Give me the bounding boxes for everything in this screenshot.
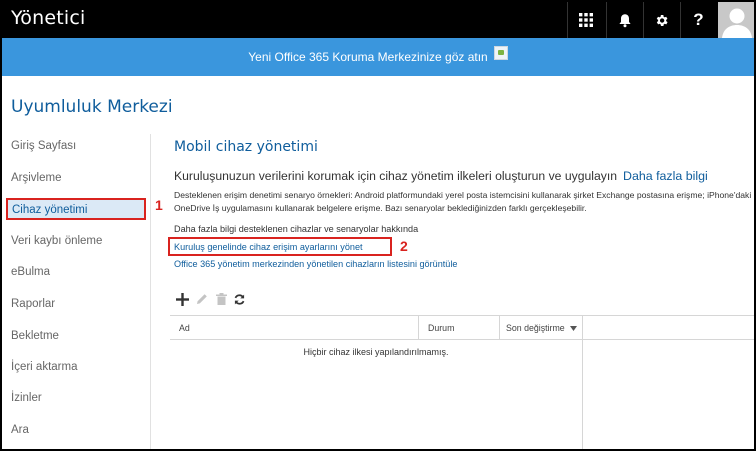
device-policy-table: Ad Durum Son değiştirme Hiçbir cihaz ilk… [170, 315, 754, 449]
app-launcher-button[interactable] [567, 2, 603, 38]
supported-devices-link[interactable]: Daha fazla bilgi desteklenen cihazlar ve… [174, 224, 418, 234]
delete-button[interactable] [214, 292, 228, 306]
nav-item-retention[interactable]: Bekletme [11, 330, 59, 342]
app-title: Yönetici [11, 7, 86, 29]
settings-button[interactable] [643, 2, 679, 38]
nav-item-permissions[interactable]: İzinler [11, 392, 42, 404]
plus-icon [175, 292, 189, 306]
section-title: Mobil cihaz yönetimi [174, 139, 318, 155]
learn-more-link[interactable]: Daha fazla bilgi [623, 169, 708, 183]
section-headline: Kuruluşunuzun verilerini korumak için ci… [174, 169, 708, 183]
scenario-description: Desteklenen erişim denetimi senaryo örne… [174, 190, 752, 213]
nav-item-data-loss-prevention[interactable]: Veri kaybı önleme [11, 235, 102, 247]
delete-icon [215, 293, 227, 305]
header-underline [170, 316, 754, 340]
refresh-button[interactable] [232, 292, 246, 306]
nav-divider [150, 134, 151, 449]
edit-button[interactable] [195, 292, 209, 306]
device-list-link[interactable]: Office 365 yönetim merkezinden yönetilen… [174, 259, 457, 269]
protection-center-banner[interactable]: Yeni Office 365 Koruma Merkezinize göz a… [2, 38, 754, 76]
headline-text: Kuruluşunuzun verilerini korumak için ci… [174, 169, 618, 183]
banner-text[interactable]: Yeni Office 365 Koruma Merkezinize göz a… [248, 50, 487, 64]
help-button[interactable]: ? [680, 2, 716, 38]
user-avatar[interactable] [718, 2, 754, 38]
edit-icon [197, 294, 207, 304]
nav-item-reports[interactable]: Raporlar [11, 298, 55, 310]
refresh-icon [234, 293, 244, 305]
nav-item-ediscovery[interactable]: eBulma [11, 266, 50, 278]
nav-item-search[interactable]: Ara [11, 424, 29, 436]
annotation-marker-2: 2 [400, 238, 408, 254]
nav-item-import[interactable]: İçeri aktarma [11, 361, 77, 373]
add-button[interactable] [175, 292, 189, 306]
top-bar: Yönetici ? [2, 2, 754, 38]
manage-device-access-link[interactable]: Kuruluş genelinde cihaz erişim ayarların… [174, 242, 363, 252]
empty-table-message: Hiçbir cihaz ilkesi yapılandırılmamış. [303, 347, 449, 357]
broken-image-icon [493, 46, 508, 60]
app-launcher-icon [578, 13, 593, 27]
window-frame: Yönetici ? Yeni Office 365 Koruma Merkez… [0, 0, 756, 451]
nav-item-archiving[interactable]: Arşivleme [11, 172, 61, 184]
page-title: Uyumluluk Merkezi [11, 97, 173, 117]
annotation-marker-1: 1 [155, 197, 163, 213]
gear-icon [656, 14, 668, 26]
nav-item-device-management[interactable]: Cihaz yönetimi [6, 198, 146, 220]
nav-item-home[interactable]: Giriş Sayfası [11, 140, 76, 152]
help-icon: ? [693, 10, 704, 29]
notifications-button[interactable] [606, 2, 642, 38]
user-avatar-icon [718, 2, 754, 38]
bell-icon [618, 13, 631, 27]
